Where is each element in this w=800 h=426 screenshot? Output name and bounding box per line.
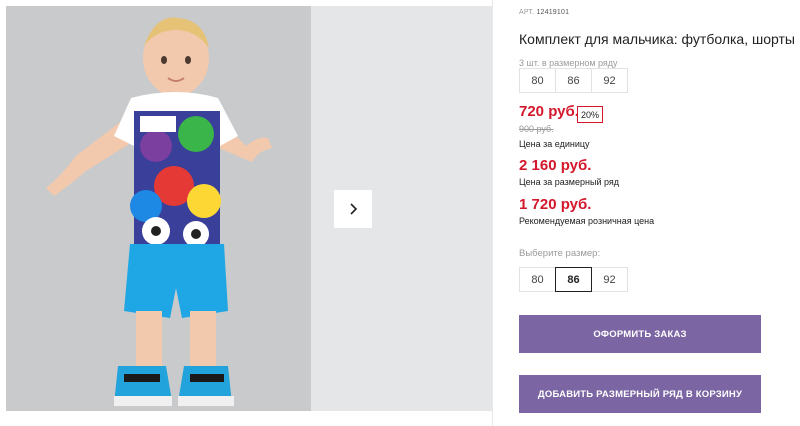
row-price-caption: Цена за размерный ряд	[519, 177, 620, 187]
product-title: Комплект для мальчика: футболка, шорты	[519, 31, 795, 47]
size-option-92[interactable]: 92	[591, 267, 628, 292]
sku: АРТ. 12419101	[519, 9, 569, 16]
unit-price-caption: Цена за единицу	[519, 139, 590, 149]
child-outfit-image	[6, 6, 311, 411]
choose-size-label: Выберите размер:	[519, 248, 601, 259]
product-gallery	[0, 0, 492, 426]
size-row-item: 86	[555, 68, 592, 93]
sku-label: АРТ.	[519, 9, 535, 16]
size-row-item: 92	[591, 68, 628, 93]
size-option-80[interactable]: 80	[519, 267, 556, 292]
discount-badge: 20%	[577, 106, 604, 123]
size-row-note: 3 шт. в размерном ряду	[519, 58, 618, 68]
size-row-list: 80 86 92	[519, 68, 628, 93]
retail-price-caption: Рекомендуемая розничная цена	[519, 216, 655, 226]
retail-price: 1 720 руб.	[519, 196, 592, 213]
product-page: АРТ. 12419101 Комплект для мальчика: фут…	[0, 0, 800, 426]
size-selector: 80 86 92	[519, 267, 628, 292]
chevron-right-icon	[350, 203, 358, 215]
unit-price: 720 руб.	[519, 103, 579, 120]
size-row-item: 80	[519, 68, 556, 93]
add-row-to-cart-button[interactable]: ДОБАВИТЬ РАЗМЕРНЫЙ РЯД В КОРЗИНУ	[519, 375, 761, 413]
old-price: 900 руб.	[519, 124, 554, 134]
size-option-86[interactable]: 86	[555, 267, 592, 292]
vertical-divider	[492, 0, 493, 426]
product-photo[interactable]	[6, 6, 311, 411]
order-button[interactable]: ОФОРМИТЬ ЗАКАЗ	[519, 315, 761, 353]
row-price: 2 160 руб.	[519, 157, 592, 174]
gallery-next-button[interactable]	[334, 190, 372, 228]
sku-value: 12419101	[536, 9, 570, 16]
